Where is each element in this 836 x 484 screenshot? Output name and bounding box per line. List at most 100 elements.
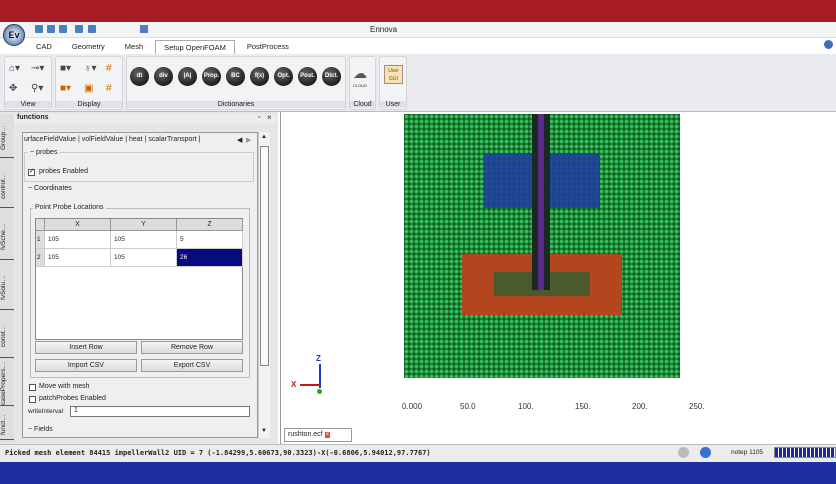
user-gui-button[interactable]: User GUI xyxy=(384,65,403,84)
zoom-icon[interactable]: ⚲▾ xyxy=(31,83,43,94)
cell-y[interactable]: 105 xyxy=(111,249,177,267)
remove-row-button[interactable]: Remove Row xyxy=(141,341,243,354)
solid-cube-icon[interactable]: ■▾ xyxy=(60,63,71,74)
side-tab-functions[interactable]: funct… xyxy=(0,410,14,440)
group-user: User GUI User xyxy=(379,56,407,110)
grid2-icon[interactable]: # xyxy=(106,83,112,94)
document-tab[interactable]: rushton.ecf × xyxy=(284,428,352,442)
shaft-core xyxy=(538,114,544,290)
axis-icon[interactable]: ⊸▾ xyxy=(31,63,44,74)
probes-enabled-label: probes Enabled xyxy=(39,168,89,175)
tab-scroll-left-icon[interactable]: ◀ xyxy=(237,136,242,144)
float-icon[interactable]: ▫ xyxy=(258,114,260,121)
group-cloud: ☁ CLOUD Cloud xyxy=(349,56,376,110)
side-tab-group[interactable]: Group… xyxy=(0,118,14,158)
cloud-button-label: CLOUD xyxy=(353,83,368,88)
close-tab-icon[interactable]: × xyxy=(324,432,331,438)
scroll-thumb[interactable] xyxy=(260,146,269,366)
tab-cad[interactable]: CAD xyxy=(28,40,60,54)
tab-surfacefieldvalue[interactable]: urfaceFieldValue xyxy=(24,136,76,143)
tab-scroll-right-icon[interactable]: ▶ xyxy=(246,136,251,144)
close-icon[interactable]: × xyxy=(267,113,272,122)
side-tab-control[interactable]: control… xyxy=(0,164,14,208)
group-label-dictionaries: Dictionaries xyxy=(127,101,345,108)
help-icon[interactable] xyxy=(824,40,833,49)
panel-scrollbar[interactable]: ▲ ▼ xyxy=(258,132,270,438)
tab-scalartransport[interactable]: scalarTransport xyxy=(148,136,196,143)
export-csv-button[interactable]: Export CSV xyxy=(141,359,243,372)
dict-prop-button[interactable]: Prop. xyxy=(202,67,221,86)
function-tabs: urfaceFieldValue | volFieldValue | heat … xyxy=(24,136,201,143)
import-csv-button[interactable]: Import CSV xyxy=(35,359,137,372)
tab-heat[interactable]: heat xyxy=(129,136,143,143)
side-tab-fvsolution[interactable]: fvSolu… xyxy=(0,266,14,310)
dict-opt-button[interactable]: Opt. xyxy=(274,67,293,86)
redo-icon[interactable] xyxy=(88,25,96,33)
header-y[interactable]: Y xyxy=(111,219,177,231)
dict-a-button[interactable]: |A| xyxy=(178,67,197,86)
tab-volfieldvalue[interactable]: volFieldValue xyxy=(82,136,124,143)
side-tab-constant[interactable]: const… xyxy=(0,314,14,358)
scroll-up-icon[interactable]: ▲ xyxy=(261,134,267,140)
x-axis-line xyxy=(300,384,320,386)
row-header[interactable]: 2 xyxy=(36,249,45,267)
corner-header xyxy=(36,219,45,231)
axis-tick: 0.000 xyxy=(402,402,423,411)
document-tab-label: rushton.ecf xyxy=(288,431,323,438)
stop-icon[interactable] xyxy=(678,447,689,458)
probes-section-title[interactable]: − probes xyxy=(28,149,60,156)
scroll-down-icon[interactable]: ▼ xyxy=(261,428,267,434)
point-probe-title: Point Probe Locations xyxy=(33,204,106,211)
open-icon[interactable] xyxy=(35,25,43,33)
group-label-cloud: Cloud xyxy=(350,101,375,108)
app-logo[interactable]: Ev xyxy=(3,24,25,46)
tab-mesh[interactable]: Mesh xyxy=(117,40,151,54)
write-interval-input[interactable]: 1 xyxy=(70,406,250,417)
fields-section-title[interactable]: − Fields xyxy=(28,426,53,433)
axis-x-label: X xyxy=(291,380,297,389)
move-with-mesh-checkbox[interactable] xyxy=(29,384,36,391)
coordinates-label: Coordinates xyxy=(34,185,72,192)
undo-icon[interactable] xyxy=(75,25,83,33)
insert-row-button[interactable]: Insert Row xyxy=(35,341,137,354)
tab-geometry[interactable]: Geometry xyxy=(64,40,113,54)
status-message: Picked mesh element 84415 impellerWall2 … xyxy=(5,449,431,457)
wire-cube-icon[interactable]: ▣ xyxy=(84,83,93,94)
group-display: ■▾ ♁▾ # ■▾ ▣ # Display xyxy=(55,56,123,110)
save-as-icon[interactable] xyxy=(59,25,67,33)
dict-dt-button[interactable]: dt xyxy=(130,67,149,86)
dict-bc-button[interactable]: BC xyxy=(226,67,245,86)
cell-z-selected[interactable]: 26 xyxy=(177,249,243,267)
header-z[interactable]: Z xyxy=(177,219,243,231)
cloud-icon[interactable]: ☁ xyxy=(353,65,367,82)
group-label-view: View xyxy=(5,101,51,108)
probes-enabled-checkbox[interactable]: ✓ xyxy=(28,168,35,176)
grid-icon[interactable]: # xyxy=(106,63,112,74)
cell-x[interactable]: 105 xyxy=(45,231,111,249)
cell-z[interactable]: 5 xyxy=(177,231,243,249)
save-icon[interactable] xyxy=(47,25,55,33)
row-header[interactable]: 1 xyxy=(36,231,45,249)
cell-x[interactable]: 105 xyxy=(45,249,111,267)
dict-div-button[interactable]: div xyxy=(154,67,173,86)
patch-probes-checkbox[interactable] xyxy=(29,396,36,403)
axis-z-label: Z xyxy=(316,354,321,363)
move-icon[interactable]: ✥ xyxy=(9,83,17,94)
coordinates-section-title[interactable]: − Coordinates xyxy=(28,185,72,192)
tab-setup-openfoam[interactable]: Setup OpenFOAM xyxy=(155,40,235,54)
dict-post-button[interactable]: Post. xyxy=(298,67,317,86)
dict-dict-button[interactable]: Dict. xyxy=(322,67,341,86)
header-x[interactable]: X xyxy=(45,219,111,231)
axis-tick: 100. xyxy=(518,402,534,411)
probe-table: X Y Z 1 105 105 5 2 105 105 26 xyxy=(35,218,243,340)
light-icon[interactable]: ♁▾ xyxy=(84,63,97,74)
home-icon[interactable]: ⌂▾ xyxy=(9,63,20,74)
info-icon[interactable] xyxy=(700,447,711,458)
tab-postprocess[interactable]: PostProcess xyxy=(239,40,297,54)
dict-fx-button[interactable]: f(x) xyxy=(250,67,269,86)
side-tab-caseproperties[interactable]: casePropers… xyxy=(0,362,14,406)
customize-icon[interactable] xyxy=(140,25,148,33)
cell-y[interactable]: 105 xyxy=(111,231,177,249)
side-tab-fvschemes[interactable]: fvSche… xyxy=(0,214,14,260)
orange-cube-icon[interactable]: ■▾ xyxy=(60,83,71,94)
